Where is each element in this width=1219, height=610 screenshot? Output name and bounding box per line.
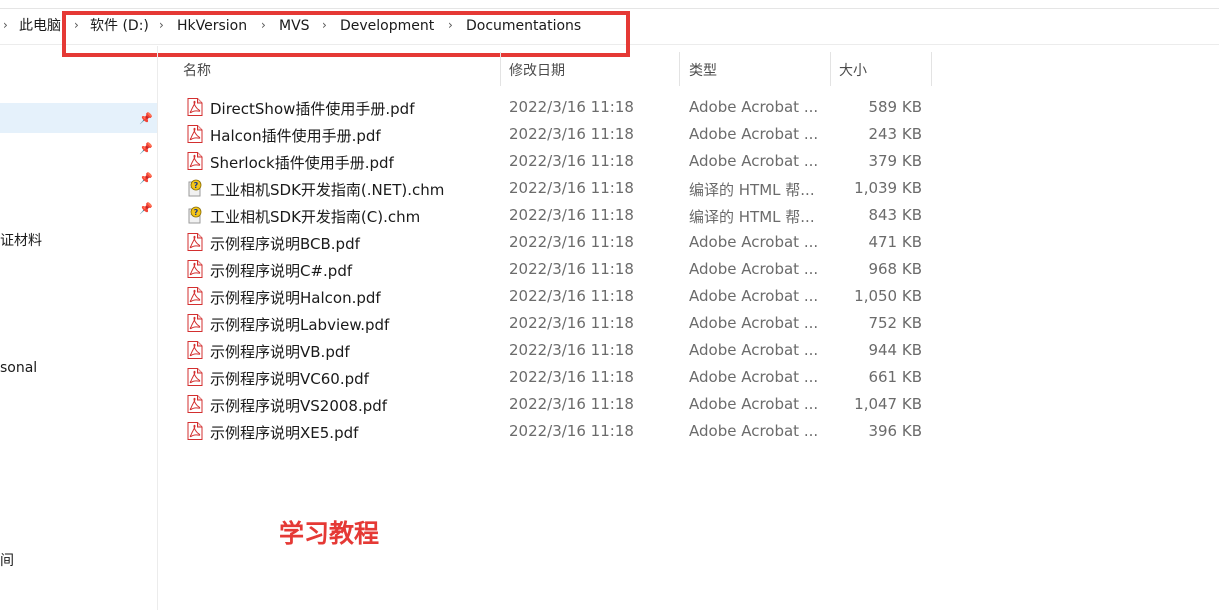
- nav-item-selected[interactable]: [0, 103, 157, 133]
- file-row[interactable]: 示例程序说明C#.pdf 2022/3/16 11:18 Adobe Acrobat…: [160, 256, 1219, 283]
- file-date: 2022/3/16 11:18: [509, 422, 634, 440]
- pdf-icon: [187, 395, 203, 413]
- file-size: 752 KB: [868, 314, 922, 332]
- column-header-type[interactable]: 类型: [689, 60, 717, 80]
- file-name: Sherlock插件使用手册.pdf: [210, 154, 394, 172]
- file-row[interactable]: 示例程序说明VB.pdf 2022/3/16 11:18 Adobe Acrobat…: [160, 337, 1219, 364]
- file-type: Adobe Acrobat ...: [689, 368, 819, 386]
- file-name: 工业相机SDK开发指南(C).chm: [210, 208, 421, 226]
- column-header-size[interactable]: 大小: [839, 60, 867, 80]
- file-row[interactable]: 示例程序说明VS2008.pdf 2022/3/16 11:18 Adobe Acr…: [160, 391, 1219, 418]
- file-size: 1,047 KB: [854, 395, 922, 413]
- file-date: 2022/3/16 11:18: [509, 152, 634, 170]
- file-name: 示例程序说明Halcon.pdf: [210, 289, 381, 307]
- pin-icon: 📌: [139, 172, 153, 185]
- file-row[interactable]: 示例程序说明Labview.pdf 2022/3/16 11:18 Adobe Ac…: [160, 310, 1219, 337]
- pdf-icon: [187, 422, 203, 440]
- column-header-date[interactable]: 修改日期: [509, 60, 565, 80]
- column-divider[interactable]: [679, 52, 680, 86]
- chm-help-icon: ?: [187, 179, 203, 197]
- file-size: 379 KB: [868, 152, 922, 170]
- file-type: Adobe Acrobat ...: [689, 341, 819, 359]
- file-date: 2022/3/16 11:18: [509, 314, 634, 332]
- file-name: 示例程序说明BCB.pdf: [210, 235, 360, 253]
- file-type: Adobe Acrobat ...: [689, 152, 819, 170]
- file-row[interactable]: 示例程序说明Halcon.pdf 2022/3/16 11:18 Adobe Acr…: [160, 283, 1219, 310]
- file-type: Adobe Acrobat ...: [689, 260, 819, 278]
- file-type: Adobe Acrobat ...: [689, 314, 819, 332]
- file-size: 944 KB: [868, 341, 922, 359]
- file-date: 2022/3/16 11:18: [509, 368, 634, 386]
- file-row[interactable]: 示例程序说明XE5.pdf 2022/3/16 11:18 Adobe Acroba…: [160, 418, 1219, 445]
- file-name: 示例程序说明XE5.pdf: [210, 424, 359, 442]
- annotation-text: 学习教程: [279, 519, 380, 548]
- file-size: 589 KB: [868, 98, 922, 116]
- file-row[interactable]: ? 工业相机SDK开发指南(.NET).chm 2022/3/16 11:18 编译的…: [160, 175, 1219, 202]
- file-row[interactable]: DirectShow插件使用手册.pdf 2022/3/16 11:18 Adobe…: [160, 94, 1219, 121]
- file-name: DirectShow插件使用手册.pdf: [210, 100, 415, 118]
- svg-text:?: ?: [194, 181, 199, 190]
- file-row[interactable]: 示例程序说明BCB.pdf 2022/3/16 11:18 Adobe Acroba…: [160, 229, 1219, 256]
- pin-icon: 📌: [139, 142, 153, 155]
- column-divider[interactable]: [830, 52, 831, 86]
- file-type: Adobe Acrobat ...: [689, 287, 819, 305]
- column-divider[interactable]: [931, 52, 932, 86]
- file-name: 示例程序说明VS2008.pdf: [210, 397, 388, 415]
- file-name: 示例程序说明Labview.pdf: [210, 316, 390, 334]
- file-type: Adobe Acrobat ...: [689, 125, 819, 143]
- file-date: 2022/3/16 11:18: [509, 98, 634, 116]
- file-size: 1,050 KB: [854, 287, 922, 305]
- file-row[interactable]: ? 工业相机SDK开发指南(C).chm 2022/3/16 11:18 编译的 HT…: [160, 202, 1219, 229]
- file-row[interactable]: Sherlock插件使用手册.pdf 2022/3/16 11:18 Adobe A…: [160, 148, 1219, 175]
- file-type: Adobe Acrobat ...: [689, 422, 819, 440]
- file-type: 编译的 HTML 帮...: [689, 181, 815, 199]
- column-divider[interactable]: [500, 52, 501, 86]
- file-row[interactable]: Halcon插件使用手册.pdf 2022/3/16 11:18 Adobe Acr…: [160, 121, 1219, 148]
- file-date: 2022/3/16 11:18: [509, 395, 634, 413]
- file-date: 2022/3/16 11:18: [509, 233, 634, 251]
- file-size: 396 KB: [868, 422, 922, 440]
- pdf-icon: [187, 314, 203, 332]
- file-size: 471 KB: [868, 233, 922, 251]
- file-size: 1,039 KB: [854, 179, 922, 197]
- pdf-icon: [187, 341, 203, 359]
- file-size: 843 KB: [868, 206, 922, 224]
- file-name: 示例程序说明C#.pdf: [210, 262, 353, 280]
- file-date: 2022/3/16 11:18: [509, 287, 634, 305]
- file-type: Adobe Acrobat ...: [689, 395, 819, 413]
- pin-icon: 📌: [139, 202, 153, 215]
- file-name: 工业相机SDK开发指南(.NET).chm: [210, 181, 445, 199]
- pdf-icon: [187, 152, 203, 170]
- file-type: Adobe Acrobat ...: [689, 233, 819, 251]
- file-row[interactable]: 示例程序说明VC60.pdf 2022/3/16 11:18 Adobe Acrob…: [160, 364, 1219, 391]
- file-date: 2022/3/16 11:18: [509, 206, 634, 224]
- nav-item-label[interactable]: 证材料: [0, 230, 42, 250]
- nav-item-label[interactable]: 间: [0, 550, 14, 570]
- chevron-right-icon[interactable]: ›: [3, 18, 13, 32]
- pdf-icon: [187, 368, 203, 386]
- column-header-name[interactable]: 名称: [183, 60, 211, 80]
- file-type: Adobe Acrobat ...: [689, 98, 819, 116]
- svg-text:?: ?: [194, 208, 199, 217]
- chm-help-icon: ?: [187, 206, 203, 224]
- file-name: Halcon插件使用手册.pdf: [210, 127, 381, 145]
- pdf-icon: [187, 233, 203, 251]
- breadcrumb-root[interactable]: 此电脑: [19, 17, 61, 35]
- file-date: 2022/3/16 11:18: [509, 179, 634, 197]
- pin-icon: 📌: [139, 112, 153, 125]
- file-size: 661 KB: [868, 368, 922, 386]
- file-size: 243 KB: [868, 125, 922, 143]
- file-type: 编译的 HTML 帮...: [689, 208, 815, 226]
- file-name: 示例程序说明VB.pdf: [210, 343, 350, 361]
- file-date: 2022/3/16 11:18: [509, 260, 634, 278]
- file-date: 2022/3/16 11:18: [509, 125, 634, 143]
- pdf-icon: [187, 287, 203, 305]
- file-date: 2022/3/16 11:18: [509, 341, 634, 359]
- pdf-icon: [187, 98, 203, 116]
- file-name: 示例程序说明VC60.pdf: [210, 370, 369, 388]
- file-size: 968 KB: [868, 260, 922, 278]
- pdf-icon: [187, 260, 203, 278]
- pdf-icon: [187, 125, 203, 143]
- nav-item-label[interactable]: sonal: [0, 360, 37, 376]
